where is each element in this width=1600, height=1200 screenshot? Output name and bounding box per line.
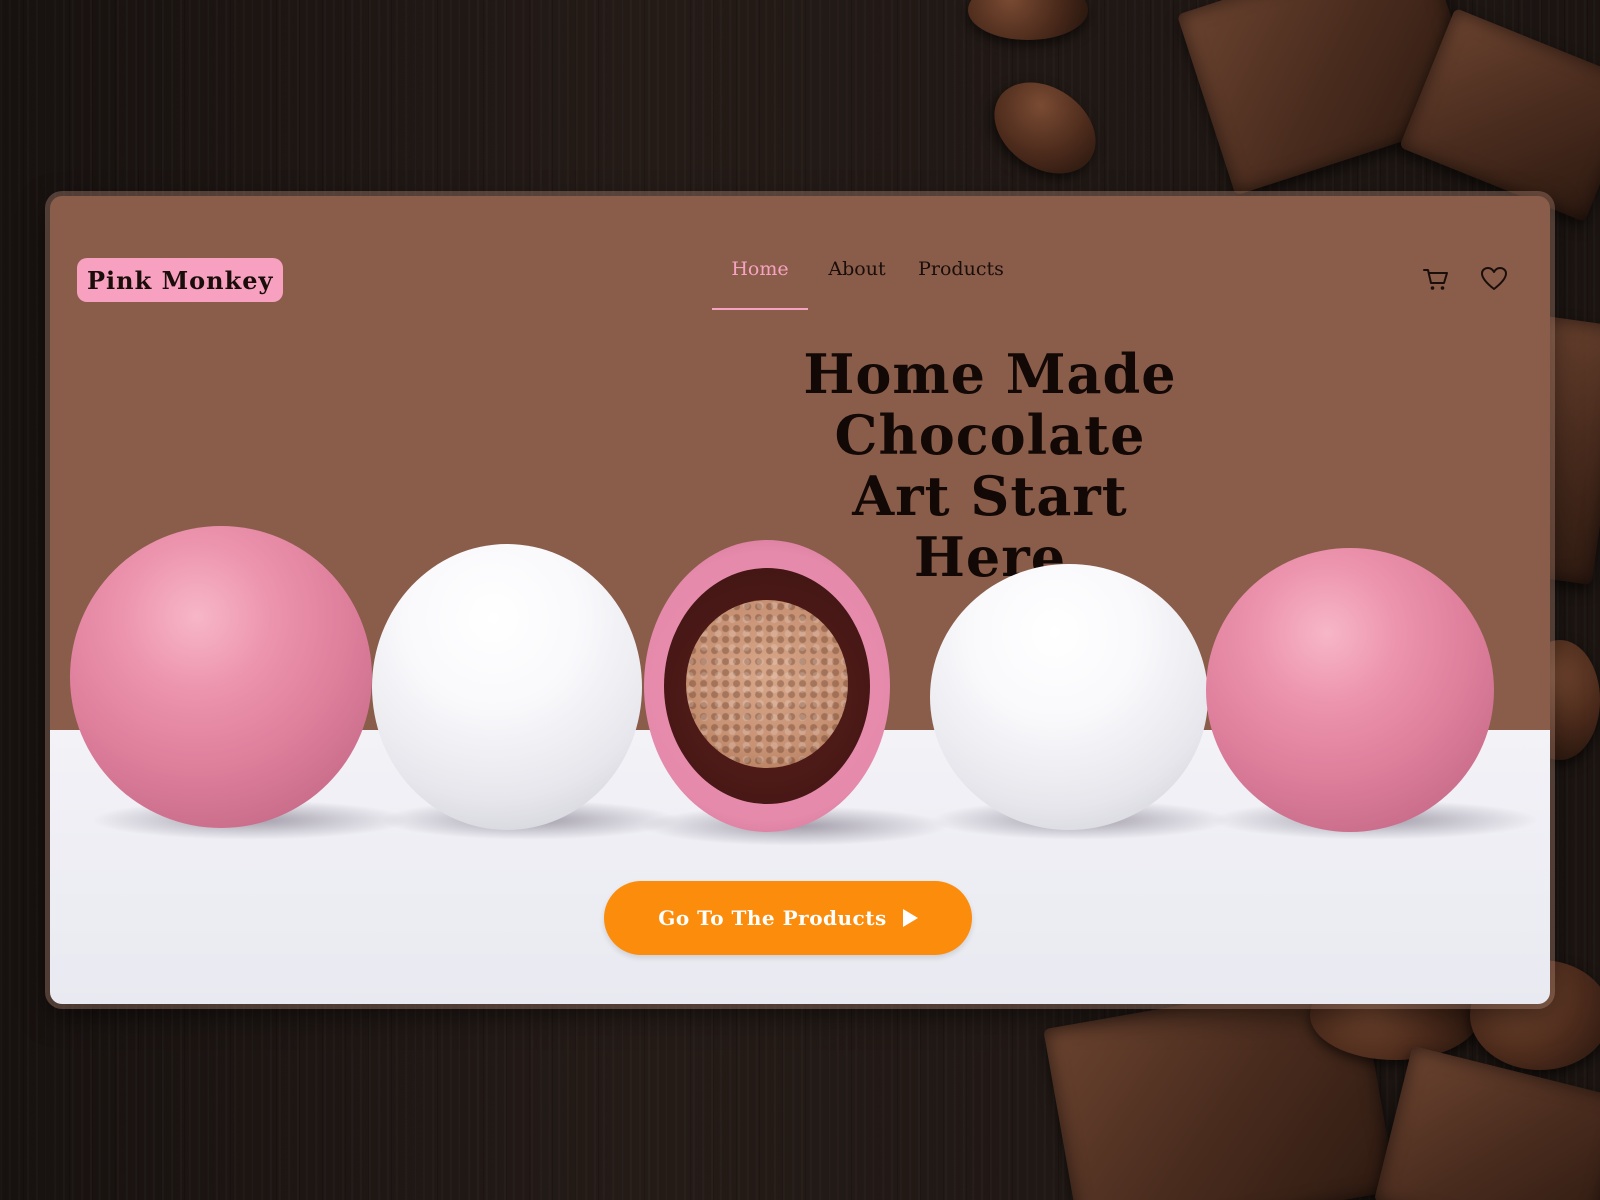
hero-title: Home Made Chocolate Art Start Here [790,344,1190,588]
hero-title-line: Home Made [803,342,1177,406]
white-truffle-image [372,544,642,830]
main-nav: Home About Products [712,254,1016,310]
nav-item-about[interactable]: About [808,254,906,310]
brand-name: Pink Monkey [87,265,274,295]
white-truffle-image [930,564,1208,830]
cut-truffle-image [644,540,890,832]
pink-truffle-image [70,526,372,828]
background-cocoa-bean [977,63,1113,193]
cart-button[interactable] [1421,264,1451,294]
nav-item-products[interactable]: Products [906,254,1016,310]
cart-icon [1423,269,1448,290]
heart-icon [1481,267,1507,290]
wishlist-button[interactable] [1479,264,1509,294]
background-chocolate-piece [1373,1045,1600,1200]
truffle-filling [686,600,848,768]
pink-truffle-image [1206,548,1494,832]
go-to-products-button[interactable]: Go To The Products [604,881,972,955]
cta-label: Go To The Products [658,906,887,930]
play-triangle-icon [902,909,918,927]
hero-title-line: Chocolate [834,403,1146,467]
hero-card: Pink Monkey Home About Products Home Mad… [50,196,1550,1004]
nav-item-home[interactable]: Home [712,254,808,310]
background-cocoa-bean [968,0,1088,40]
hero-title-line: Art Start [852,464,1128,528]
brand-logo[interactable]: Pink Monkey [77,258,284,302]
